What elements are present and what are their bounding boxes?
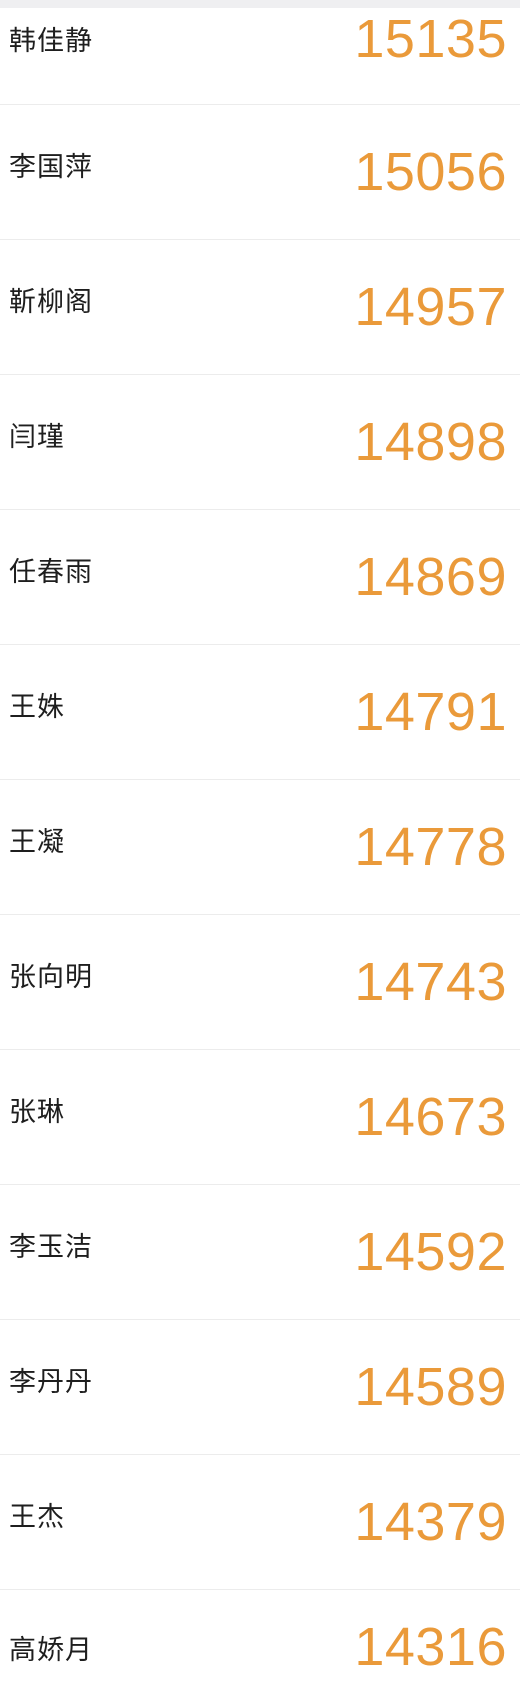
list-item[interactable]: 李玉洁 14592 — [0, 1185, 520, 1320]
person-name: 李国萍 — [9, 152, 93, 183]
person-name: 王杰 — [9, 1502, 65, 1533]
list-item[interactable]: 任春雨 14869 — [0, 510, 520, 645]
list-item[interactable]: 张向明 14743 — [0, 915, 520, 1050]
score-value: 14743 — [354, 952, 507, 1012]
person-name: 任春雨 — [9, 557, 93, 588]
person-name: 李丹丹 — [9, 1367, 93, 1398]
person-name: 高娇月 — [9, 1635, 93, 1666]
person-name: 王姝 — [9, 692, 65, 723]
list-item[interactable]: 靳柳阁 14957 — [0, 240, 520, 375]
list-item[interactable]: 王凝 14778 — [0, 780, 520, 915]
list-item[interactable]: 王杰 14379 — [0, 1455, 520, 1590]
person-name: 张琳 — [9, 1097, 65, 1128]
person-name: 张向明 — [9, 962, 93, 993]
score-value: 14898 — [354, 412, 507, 472]
score-value: 14778 — [354, 817, 507, 877]
person-name: 闫瑾 — [9, 422, 65, 453]
leaderboard-list: 韩佳静 15135 李国萍 15056 靳柳阁 14957 闫瑾 14898 任… — [0, 8, 520, 1682]
person-name: 靳柳阁 — [9, 287, 93, 318]
score-value: 15135 — [354, 9, 507, 69]
person-name: 李玉洁 — [9, 1232, 93, 1263]
list-item[interactable]: 高娇月 14316 — [0, 1590, 520, 1682]
person-name: 韩佳静 — [9, 26, 93, 57]
score-value: 15056 — [354, 142, 507, 202]
person-name: 王凝 — [9, 827, 65, 858]
list-item[interactable]: 王姝 14791 — [0, 645, 520, 780]
score-value: 14791 — [354, 682, 507, 742]
list-item[interactable]: 张琳 14673 — [0, 1050, 520, 1185]
top-strip — [0, 0, 520, 8]
score-value: 14379 — [354, 1492, 507, 1552]
list-item[interactable]: 韩佳静 15135 — [0, 8, 520, 105]
score-value: 14673 — [354, 1087, 507, 1147]
list-item[interactable]: 李丹丹 14589 — [0, 1320, 520, 1455]
list-item[interactable]: 闫瑾 14898 — [0, 375, 520, 510]
score-value: 14869 — [354, 547, 507, 607]
score-value: 14592 — [354, 1222, 507, 1282]
score-value: 14589 — [354, 1357, 507, 1417]
list-item[interactable]: 李国萍 15056 — [0, 105, 520, 240]
score-value: 14316 — [354, 1617, 507, 1677]
score-value: 14957 — [354, 277, 507, 337]
